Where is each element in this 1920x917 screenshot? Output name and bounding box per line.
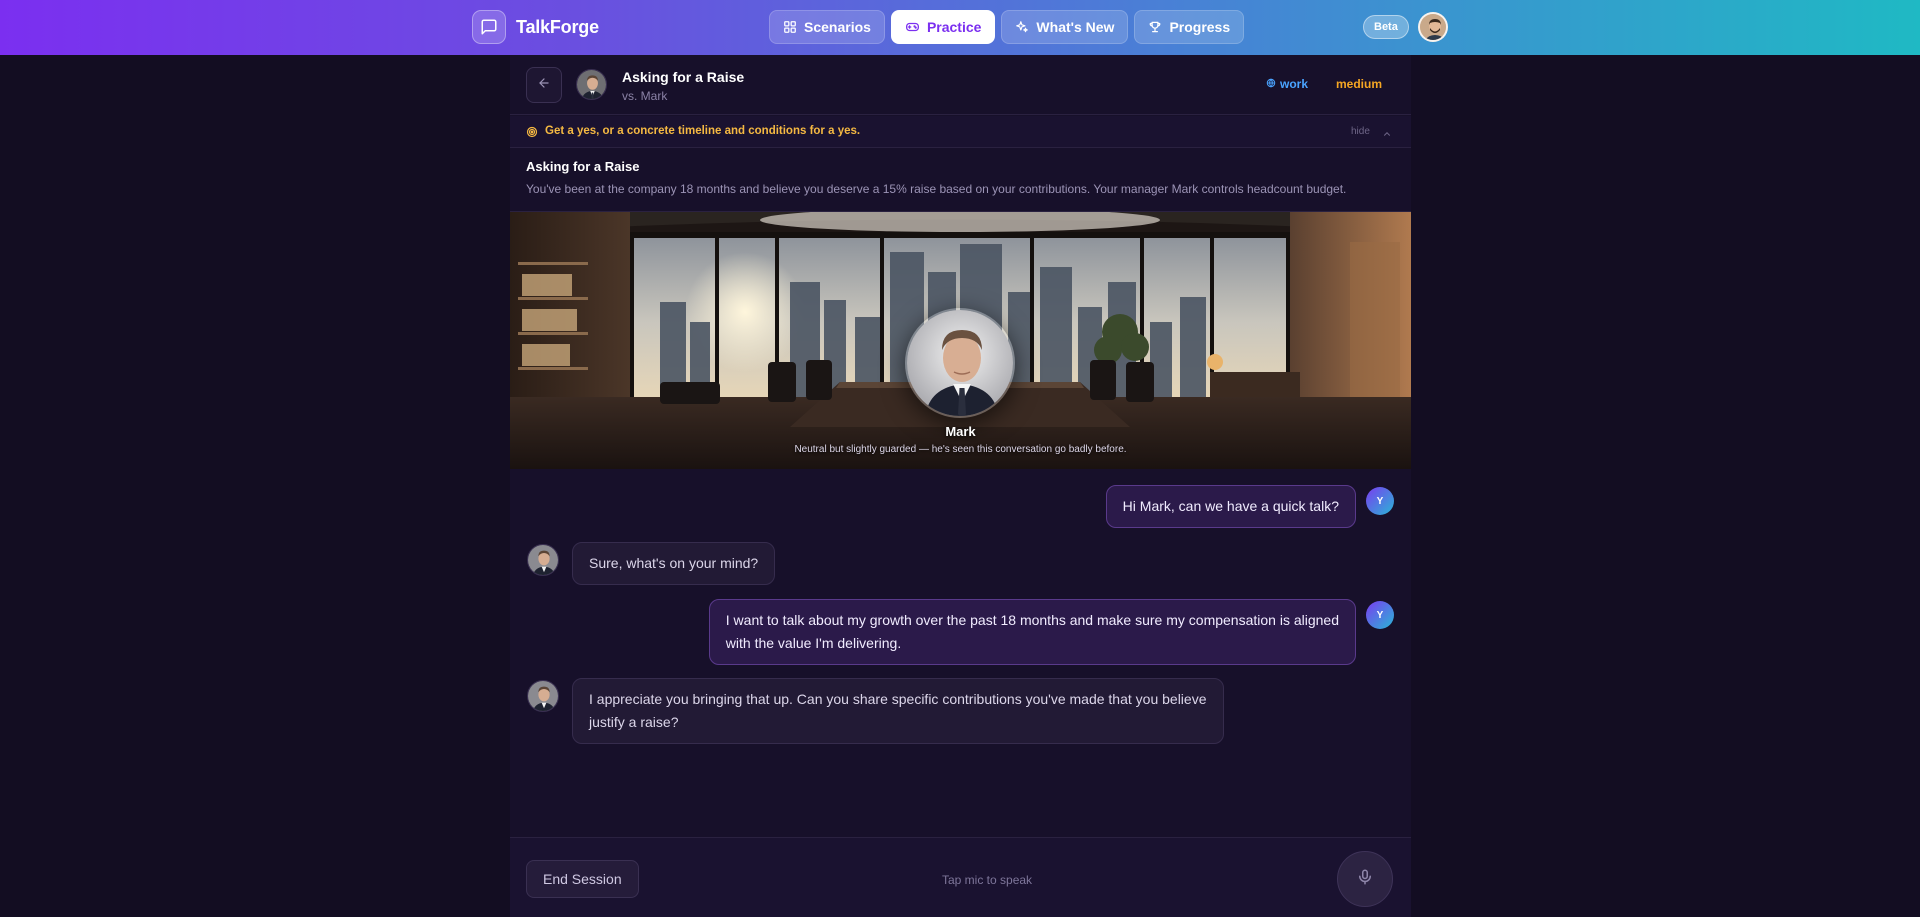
- beta-badge: Beta: [1363, 15, 1409, 39]
- chat-bubble-icon: [472, 10, 506, 44]
- session-header: Asking for a Raise vs. Mark work medium: [510, 55, 1411, 115]
- nav-progress-label: Progress: [1169, 19, 1231, 35]
- microphone-button[interactable]: [1337, 851, 1393, 907]
- gamepad-icon: [905, 20, 920, 34]
- mark-avatar: [527, 680, 559, 712]
- character-mood: Neutral but slightly guarded — he's seen…: [794, 444, 1127, 455]
- globe-icon: [1266, 77, 1276, 91]
- difficulty-tag: medium: [1336, 77, 1383, 91]
- chevron-up-icon[interactable]: [1382, 126, 1392, 144]
- scenario-description: You've been at the company 18 months and…: [526, 182, 1347, 196]
- message-line: justify a raise?: [589, 714, 679, 730]
- mark-avatar: [527, 544, 559, 576]
- practice-session: Asking for a Raise vs. Mark work medium …: [510, 55, 1411, 917]
- app-name: TalkForge: [516, 16, 599, 37]
- goal-bar: Get a yes, or a concrete timeline and co…: [510, 116, 1411, 148]
- scenario-summary: Asking for a Raise You've been at the co…: [510, 149, 1411, 212]
- bot-message: Sure, what's on your mind?: [572, 542, 776, 585]
- session-controls: End Session Tap mic to speak: [510, 837, 1411, 917]
- top-navigation-bar: TalkForge Scenarios Practice What's New …: [0, 0, 1920, 55]
- message-line: with the value I'm delivering.: [725, 635, 902, 651]
- nav-whats-new[interactable]: What's New: [1001, 10, 1129, 44]
- grid-icon: [783, 20, 797, 34]
- opponent-avatar: [576, 69, 607, 100]
- arrow-left-icon: [537, 76, 551, 95]
- message-text: Hi Mark, can we have a quick talk?: [1122, 498, 1339, 514]
- nav-practice[interactable]: Practice: [890, 10, 996, 44]
- message-text: Sure, what's on your mind?: [589, 555, 759, 571]
- scene-banner: Mark Neutral but slightly guarded — he's…: [510, 212, 1411, 469]
- nav-practice-label: Practice: [926, 19, 982, 35]
- nav-scenarios[interactable]: Scenarios: [769, 10, 885, 44]
- goal-text: Get a yes, or a concrete timeline and co…: [545, 125, 861, 137]
- end-session-button[interactable]: End Session: [526, 860, 639, 898]
- message-line: I want to talk about my growth over the …: [725, 612, 1339, 628]
- user-badge: Y: [1366, 601, 1394, 629]
- category-label: work: [1280, 77, 1309, 91]
- bot-message: I appreciate you bringing that up. Can y…: [572, 678, 1224, 744]
- character-portrait: [905, 308, 1015, 418]
- chat-transcript: Hi Mark, can we have a quick talk? Y Sur…: [510, 469, 1411, 839]
- mic-hint: Tap mic to speak: [942, 873, 1033, 887]
- scenario-title: Asking for a Raise: [526, 159, 640, 174]
- user-message: I want to talk about my growth over the …: [708, 599, 1356, 665]
- main-nav: Scenarios Practice What's New Progress: [769, 10, 1245, 44]
- message-line: I appreciate you bringing that up. Can y…: [589, 691, 1207, 707]
- target-icon: [526, 125, 538, 143]
- trophy-icon: [1148, 20, 1162, 34]
- user-badge: Y: [1366, 487, 1394, 515]
- session-title: Asking for a Raise: [622, 69, 745, 85]
- session-opponent: vs. Mark: [622, 89, 668, 103]
- hide-goal-button[interactable]: hide: [1351, 126, 1370, 137]
- user-message: Hi Mark, can we have a quick talk?: [1105, 485, 1356, 528]
- character-name: Mark: [945, 424, 976, 439]
- category-tag: work: [1266, 77, 1308, 91]
- nav-progress[interactable]: Progress: [1134, 10, 1245, 44]
- brand[interactable]: TalkForge: [472, 10, 599, 44]
- nav-scenarios-label: Scenarios: [804, 19, 871, 35]
- back-button[interactable]: [526, 67, 562, 103]
- microphone-icon: [1356, 868, 1374, 891]
- sparkles-icon: [1015, 20, 1029, 34]
- nav-whats-new-label: What's New: [1036, 19, 1115, 35]
- user-avatar[interactable]: [1418, 12, 1448, 42]
